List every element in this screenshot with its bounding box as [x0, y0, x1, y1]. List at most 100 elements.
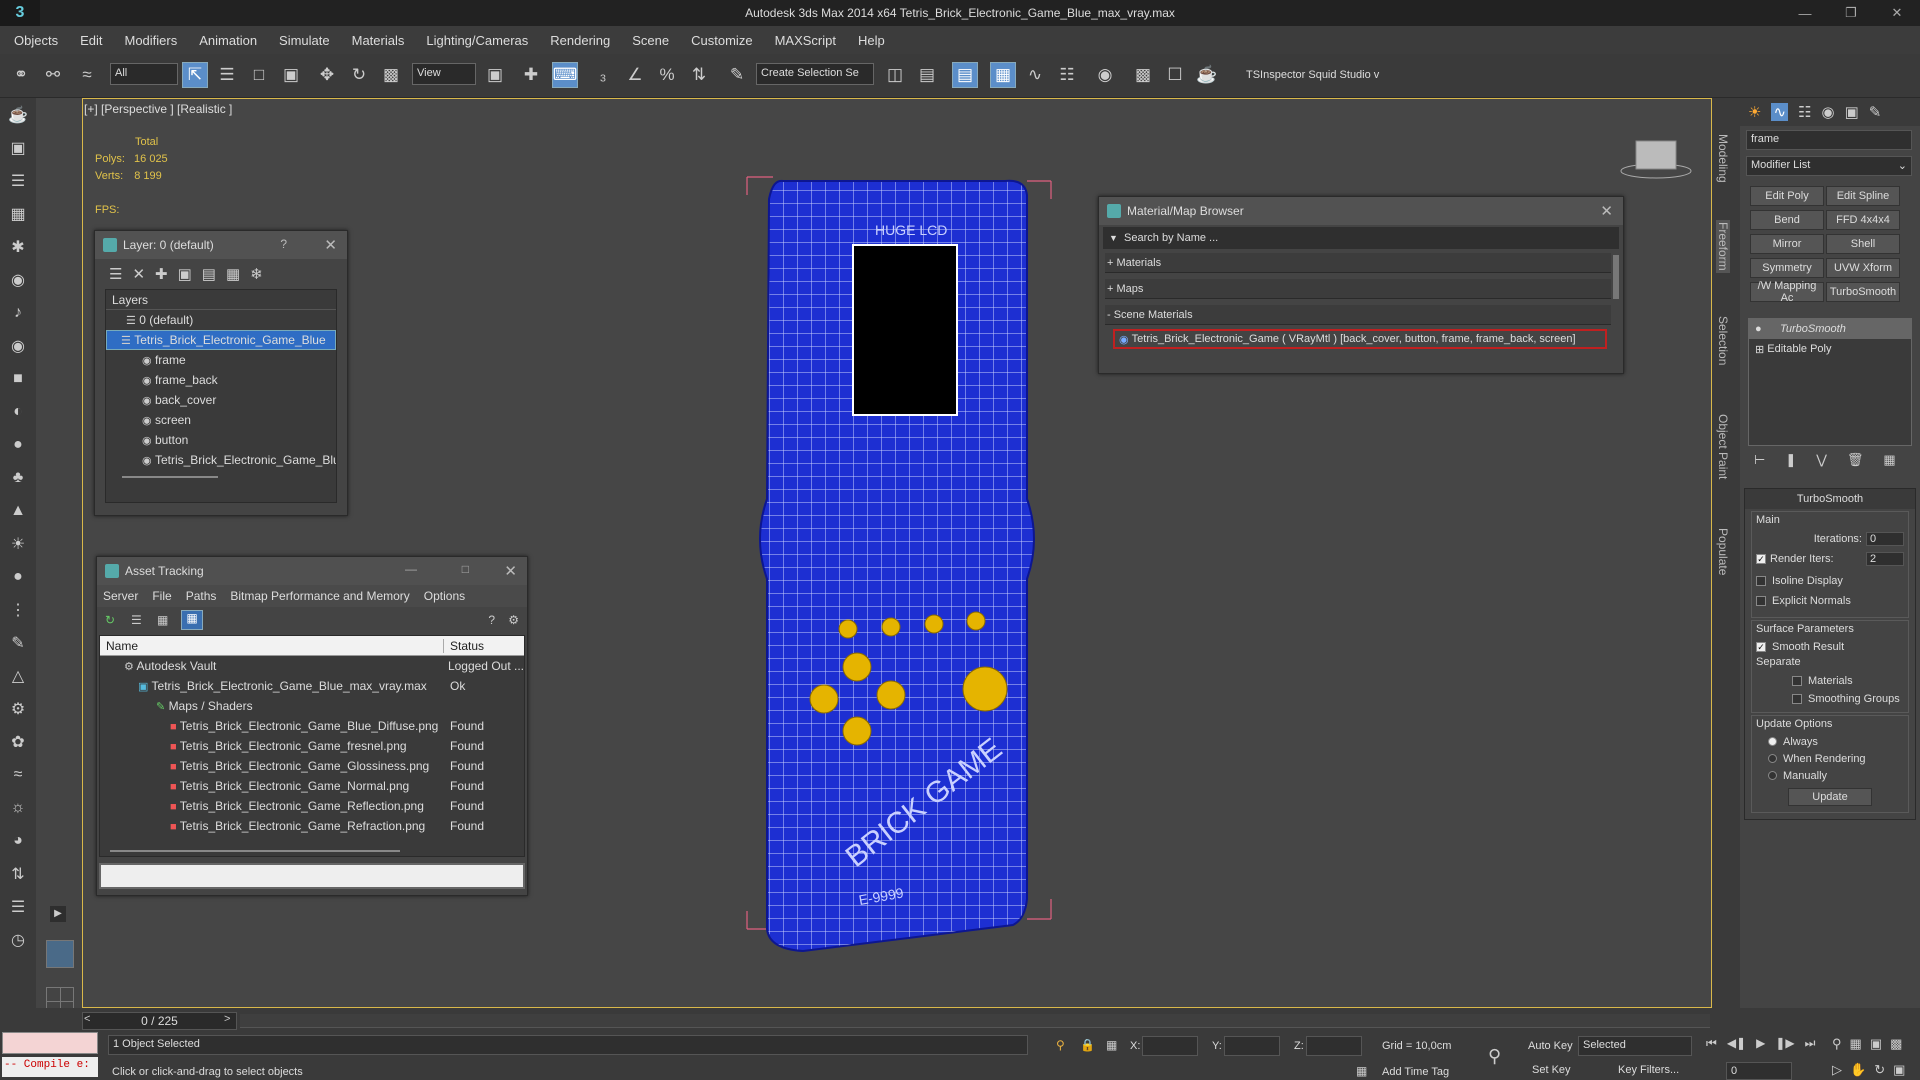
sun-icon[interactable]: ☀ — [0, 527, 36, 560]
asset-path-field[interactable] — [99, 863, 525, 889]
reel-icon[interactable]: ◉ — [0, 329, 36, 362]
time-prev-icon[interactable]: < — [84, 1013, 90, 1025]
unlink-icon[interactable]: ⚯ — [40, 62, 66, 88]
menu-modifiers[interactable]: Modifiers — [124, 33, 177, 48]
next-frame-icon[interactable]: ❚▶ — [1775, 1036, 1794, 1051]
smooth-result-checkbox[interactable]: ✓ — [1756, 642, 1766, 652]
update-button[interactable]: Update — [1788, 788, 1872, 806]
make-unique-icon[interactable]: ⋁ — [1816, 452, 1827, 468]
angle-snap-icon[interactable]: ∠ — [622, 62, 648, 88]
settings-icon[interactable]: ⚙ — [508, 613, 519, 627]
modify-tab-icon[interactable]: ∿ — [1771, 103, 1789, 121]
horizontal-scrollbar[interactable] — [110, 850, 400, 852]
menu-maxscript[interactable]: MAXScript — [775, 33, 836, 48]
scene-materials-section[interactable]: - Scene Materials — [1105, 305, 1611, 325]
smoothing-groups-checkbox[interactable] — [1792, 694, 1802, 704]
edit-named-selection-icon[interactable]: ✎ — [724, 62, 750, 88]
selection-filter-dropdown[interactable]: All — [110, 63, 178, 85]
pin-stack-icon[interactable]: ⊢ — [1754, 452, 1765, 468]
layers-header[interactable]: Layers — [106, 290, 336, 310]
time-slider[interactable]: 0 / 225 — [82, 1012, 237, 1030]
hide-layers-icon[interactable]: ▦ — [226, 265, 240, 283]
status-column-header[interactable]: Status — [444, 639, 484, 653]
close-icon[interactable]: ✕ — [324, 236, 337, 254]
asset-row[interactable]: ▣ Tetris_Brick_Electronic_Game_Blue_max_… — [100, 676, 524, 696]
tab-populate[interactable]: Populate — [1716, 528, 1730, 575]
helper-icon[interactable]: △ — [0, 659, 36, 692]
select-by-name-icon[interactable]: ☰ — [214, 62, 240, 88]
bind-spacewarp-icon[interactable]: ≈ — [74, 62, 100, 88]
mirror-icon[interactable]: ◫ — [882, 62, 908, 88]
expand-icon[interactable]: ⊞ — [1755, 343, 1764, 356]
curve-editor-icon[interactable]: ∿ — [1022, 62, 1048, 88]
ball-icon[interactable]: ● — [0, 560, 36, 593]
layer-manager-icon[interactable]: ▤ — [952, 62, 978, 88]
absolute-mode-icon[interactable]: ▦ — [1106, 1038, 1117, 1052]
asset-row[interactable]: ■ Tetris_Brick_Electronic_Game_fresnel.p… — [100, 736, 524, 756]
scene-material-item[interactable]: ◉ Tetris_Brick_Electronic_Game ( VRayMtl… — [1113, 329, 1607, 349]
isolate-icon[interactable]: ⚲ — [1056, 1038, 1065, 1052]
graphite-ribbon-icon[interactable]: ▦ — [990, 62, 1016, 88]
motion-tab-icon[interactable]: ◉ — [1821, 103, 1834, 121]
create-layer-icon[interactable]: ☰ — [109, 265, 122, 283]
plugins-label[interactable]: TSInspector Squid Studio v — [1246, 69, 1379, 81]
leaf-icon[interactable]: ✿ — [0, 725, 36, 758]
help-icon[interactable]: ? — [488, 613, 495, 627]
move-icon[interactable]: ✥ — [314, 62, 340, 88]
maximize-icon[interactable]: □ — [462, 562, 469, 576]
turbosmooth-button[interactable]: TurboSmooth — [1826, 282, 1900, 302]
edit-spline-button[interactable]: Edit Spline — [1826, 186, 1900, 206]
layer-object-item[interactable]: ◉ screen — [106, 410, 336, 430]
tab-modeling[interactable]: Modeling — [1716, 134, 1730, 183]
orbit-icon[interactable]: ↻ — [1874, 1062, 1885, 1078]
track-bar[interactable] — [240, 1014, 1710, 1028]
close-icon[interactable]: ✕ — [504, 562, 517, 580]
cone-icon[interactable]: ▲ — [0, 494, 36, 527]
uvw-mapping-button[interactable]: /W Mapping Ac — [1750, 280, 1824, 304]
isoline-checkbox[interactable] — [1756, 576, 1766, 586]
zoom-extents-icon[interactable]: ▣ — [1870, 1036, 1882, 1052]
asset-row[interactable]: ✎ Maps / Shaders — [100, 696, 524, 716]
set-key-button[interactable]: Set Key — [1532, 1064, 1571, 1076]
sound-icon[interactable]: ♪ — [0, 296, 36, 329]
add-to-layer-icon[interactable]: ✚ — [155, 265, 168, 283]
expand-arrow-icon[interactable]: ▶ — [50, 906, 66, 922]
menu-rendering[interactable]: Rendering — [550, 33, 610, 48]
asset-row[interactable]: ■ Tetris_Brick_Electronic_Game_Reflectio… — [100, 796, 524, 816]
auto-key-button[interactable]: Auto Key — [1528, 1040, 1573, 1052]
zoom-icon[interactable]: ⚲ — [1832, 1036, 1842, 1052]
menu-server[interactable]: Server — [103, 589, 138, 603]
teapot-icon[interactable]: ☕ — [0, 98, 36, 131]
z-coordinate-field[interactable] — [1306, 1036, 1362, 1056]
when-rendering-radio[interactable] — [1768, 754, 1777, 763]
close-icon[interactable]: ✕ — [1600, 202, 1613, 220]
maps-section[interactable]: + Maps — [1105, 279, 1611, 299]
camera-icon[interactable]: ◉ — [0, 263, 36, 296]
stack-item-turbosmooth[interactable]: ● TurboSmooth — [1749, 319, 1911, 339]
key-icon[interactable]: ⚲ — [1488, 1046, 1501, 1067]
utilities-tab-icon[interactable]: ✎ — [1869, 103, 1882, 121]
menu-paths[interactable]: Paths — [186, 589, 217, 603]
link-icon[interactable]: ⚭ — [8, 62, 34, 88]
help-icon[interactable]: ? — [280, 237, 287, 251]
minimize-icon[interactable]: — — [405, 562, 417, 576]
filter-icon[interactable]: ▼ — [1109, 233, 1118, 243]
modifier-list-dropdown[interactable]: Modifier List ⌄ — [1746, 156, 1912, 176]
always-radio[interactable] — [1768, 737, 1777, 746]
iterations-spinner[interactable]: 0 — [1866, 532, 1904, 546]
layer-object-item[interactable]: ◉ button — [106, 430, 336, 450]
menu-file[interactable]: File — [152, 589, 171, 603]
scale-icon[interactable]: ▩ — [378, 62, 404, 88]
add-time-tag[interactable]: Add Time Tag — [1382, 1066, 1449, 1078]
separate-materials-checkbox[interactable] — [1792, 676, 1802, 686]
hair-icon[interactable]: ≈ — [0, 758, 36, 791]
display-tab-icon[interactable]: ▣ — [1845, 103, 1859, 121]
material-search-box[interactable]: ▼ Search by Name ... — [1103, 227, 1619, 249]
menu-customize[interactable]: Customize — [691, 33, 752, 48]
explicit-normals-checkbox[interactable] — [1756, 596, 1766, 606]
arrows-icon[interactable]: ⇅ — [0, 857, 36, 890]
box-icon[interactable]: ■ — [0, 362, 36, 395]
menu-options[interactable]: Options — [424, 589, 465, 603]
rect-selection-icon[interactable]: □ — [246, 62, 272, 88]
table-view-icon[interactable]: ▦ — [181, 610, 203, 630]
